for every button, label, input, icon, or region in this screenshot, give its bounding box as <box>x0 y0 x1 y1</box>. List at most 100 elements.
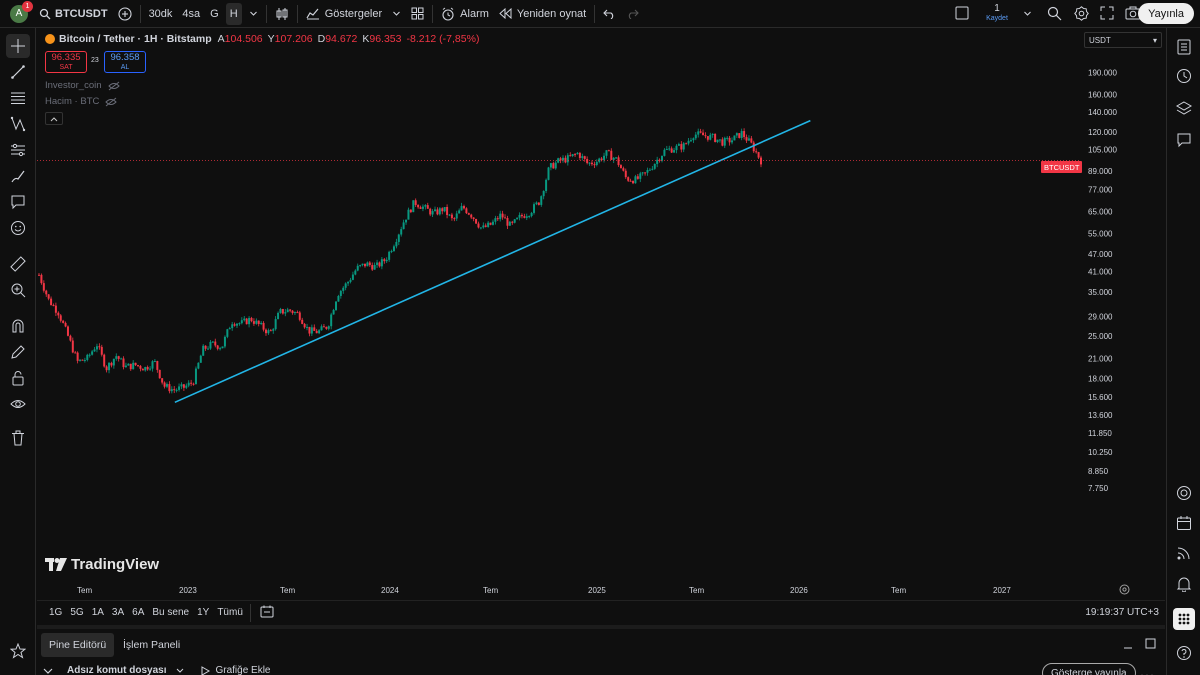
range-5d[interactable]: 5G <box>66 607 87 618</box>
script-name[interactable]: Adsız komut dosyası <box>67 665 166 675</box>
candle-body <box>363 263 366 267</box>
sell-button[interactable]: 96.335 SAT <box>45 51 87 73</box>
pattern-tool[interactable] <box>6 112 30 136</box>
candle-body <box>731 140 734 143</box>
tab-trading-panel[interactable]: İşlem Paneli <box>115 633 188 657</box>
range-1d[interactable]: 1G <box>45 607 66 618</box>
save-button[interactable]: 1 Kaydet <box>978 3 1016 25</box>
calendar-button[interactable] <box>1173 512 1195 534</box>
chart-type-button[interactable] <box>270 0 294 28</box>
lock-open-icon <box>12 371 24 386</box>
candle-body <box>368 262 371 266</box>
range-1y[interactable]: 1Y <box>193 607 213 618</box>
replay-button[interactable]: Yeniden oynat <box>494 0 591 28</box>
price-tick-label: 105.000 <box>1088 145 1117 154</box>
publish-button[interactable]: Yayınla <box>1138 3 1194 24</box>
notifications-button[interactable] <box>1173 573 1195 595</box>
candle-body <box>284 312 287 314</box>
settings-button[interactable] <box>1074 6 1089 24</box>
tab-pine-editor[interactable]: Pine Editörü <box>41 633 115 657</box>
eye-hidden-icon[interactable] <box>107 81 120 91</box>
compare-symbol-button[interactable] <box>113 0 137 28</box>
right-sidebar <box>1166 28 1200 675</box>
range-1m[interactable]: 1A <box>88 607 108 618</box>
save-dropdown[interactable] <box>1023 9 1032 21</box>
undo-button[interactable] <box>598 0 621 28</box>
goto-date-button[interactable] <box>260 605 274 621</box>
help-button[interactable] <box>1173 642 1195 664</box>
range-3m[interactable]: 3A <box>108 607 128 618</box>
indicators-button[interactable]: Göstergeler <box>301 0 387 28</box>
alerts-button[interactable] <box>1173 65 1195 87</box>
layouts-button[interactable] <box>406 0 429 28</box>
brush-tool[interactable] <box>6 164 30 188</box>
range-6m[interactable]: 6A <box>128 607 148 618</box>
interval-4h[interactable]: 4sa <box>177 0 205 28</box>
publish-indicator-button[interactable]: Gösterge yayınla <box>1042 663 1136 675</box>
signals-button[interactable] <box>1173 482 1195 504</box>
magnet-icon <box>12 319 24 333</box>
indicator-investor-coin[interactable]: Investor_coin <box>45 80 120 91</box>
candle-body <box>424 205 427 207</box>
crosshair-tool[interactable] <box>6 34 30 58</box>
apps-button[interactable] <box>1173 608 1195 630</box>
pattern-icon <box>10 116 26 132</box>
alarm-button[interactable]: Alarm <box>436 0 494 28</box>
indicators-dropdown[interactable] <box>387 0 406 28</box>
range-all[interactable]: Tümü <box>213 607 247 618</box>
maximize-panel-button[interactable] <box>1145 638 1156 652</box>
trendline-drawing[interactable] <box>174 119 811 404</box>
text-tool[interactable] <box>6 190 30 214</box>
trendline-tool[interactable] <box>6 60 30 84</box>
fib-tool[interactable] <box>6 86 30 110</box>
remove-drawings-tool[interactable] <box>6 426 30 450</box>
minimize-panel-button[interactable] <box>1123 640 1133 653</box>
candle-body <box>112 358 115 366</box>
indicator-volume[interactable]: Hacim · BTC <box>45 96 118 107</box>
interval-30m[interactable]: 30dk <box>144 0 178 28</box>
draw-mode-tool[interactable] <box>6 340 30 364</box>
quick-search-button[interactable] <box>1047 6 1062 24</box>
news-button[interactable] <box>1173 542 1195 564</box>
hide-drawings-tool[interactable] <box>6 392 30 416</box>
fullscreen-toggle-button[interactable] <box>955 6 969 23</box>
measure-tool[interactable] <box>6 252 30 276</box>
candle-body <box>711 133 714 135</box>
candle-body <box>434 209 437 212</box>
watchlist-button[interactable] <box>1173 36 1195 58</box>
redo-button[interactable] <box>621 0 644 28</box>
price-chart[interactable]: 190.000 160.000 140.000 120.000 105.000 89.00… <box>37 28 1165 600</box>
eye-hidden-icon[interactable] <box>105 97 118 107</box>
utc-clock[interactable]: 19:19:37 UTC+3 <box>1085 607 1159 618</box>
chevron-down-icon[interactable] <box>176 668 184 674</box>
candle-body <box>332 309 335 315</box>
currency-select[interactable]: USDT ▾ <box>1084 32 1162 48</box>
symbol-search[interactable]: BTCUSDT <box>34 0 113 28</box>
collapse-legend-button[interactable] <box>45 112 63 125</box>
candle-body <box>533 204 536 213</box>
chevron-down-icon[interactable] <box>43 667 53 675</box>
time-tick-label: 2023 <box>179 586 197 595</box>
lock-drawings-tool[interactable] <box>6 366 30 390</box>
forecast-tool[interactable] <box>6 138 30 162</box>
zoom-tool[interactable] <box>6 278 30 302</box>
emoji-tool[interactable] <box>6 216 30 240</box>
object-tree-button[interactable] <box>1173 97 1195 119</box>
add-to-chart-button[interactable]: Grafiğe Ekle <box>215 665 270 675</box>
interval-dropdown[interactable] <box>244 0 263 28</box>
interval-1w-active[interactable]: H <box>225 2 242 25</box>
candle-body <box>127 363 130 366</box>
fullscreen-button[interactable] <box>1100 6 1114 23</box>
interval-1d[interactable]: G <box>205 0 224 28</box>
buy-button[interactable]: 96.358 AL <box>104 51 146 73</box>
axis-settings-button[interactable] <box>1119 584 1130 598</box>
user-avatar[interactable]: A 1 <box>10 0 33 23</box>
candle-body <box>272 329 275 331</box>
magnet-tool[interactable] <box>6 314 30 338</box>
favorites-tool[interactable] <box>6 639 30 663</box>
range-ytd[interactable]: Bu sene <box>148 607 193 618</box>
chart-pane[interactable]: 190.000 160.000 140.000 120.000 105.000 89.00… <box>37 28 1165 600</box>
more-options-button[interactable] <box>1140 669 1154 675</box>
chat-button[interactable] <box>1173 129 1195 151</box>
candle-body <box>371 265 374 270</box>
